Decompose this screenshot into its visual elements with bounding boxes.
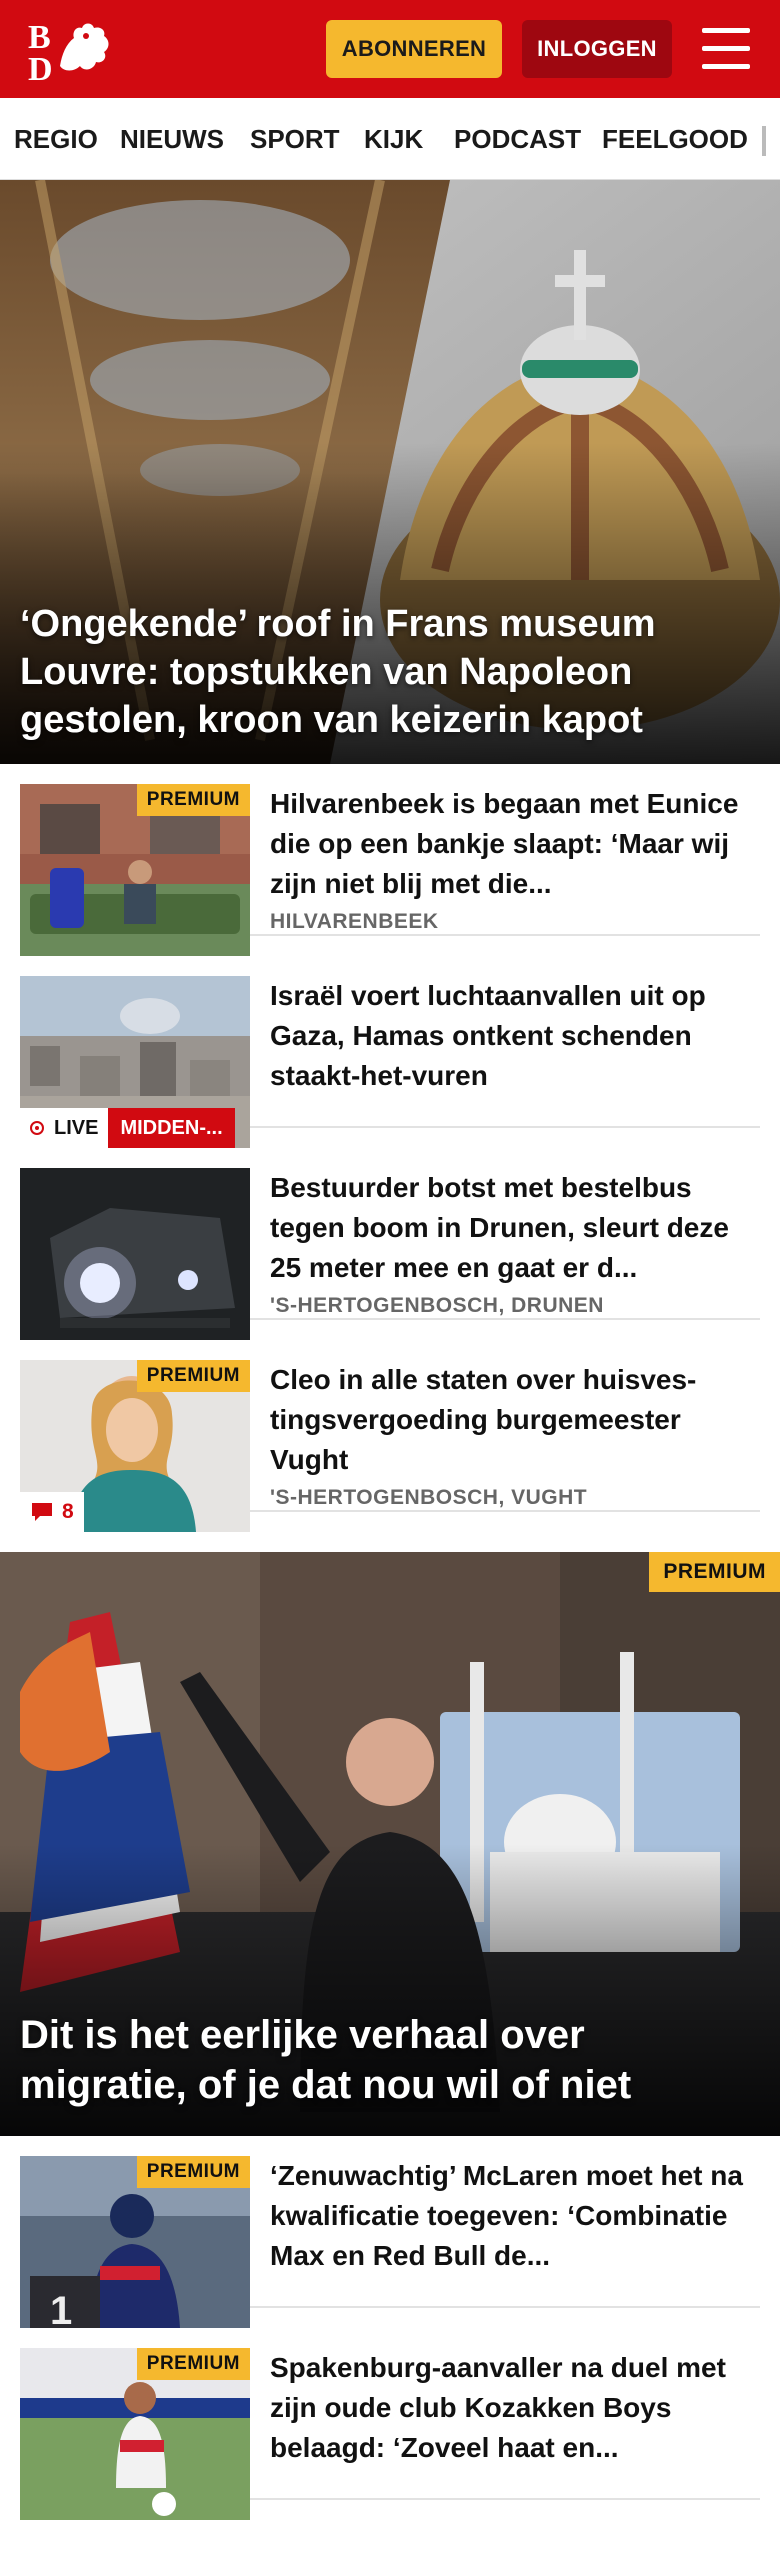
article-thumbnail: 1 PREMIUM [20, 2156, 250, 2328]
subscribe-button[interactable]: ABONNEREN [326, 20, 502, 78]
hero-title[interactable]: ‘Ongekende’ roof in Frans museum Louvre:… [20, 600, 760, 744]
bd-logo[interactable]: B D [22, 14, 118, 88]
feature-article[interactable]: PREMIUM Dit is het eerlijke verhaal over… [0, 1552, 780, 2136]
svg-text:1: 1 [50, 2289, 72, 2328]
comment-count[interactable]: 8 [20, 1492, 84, 1532]
premium-badge: PREMIUM [136, 2156, 250, 2188]
live-dot-icon [30, 1121, 44, 1135]
premium-badge: PREMIUM [649, 1552, 780, 1592]
nav-item-podcast[interactable]: PODCAST [454, 124, 581, 155]
article-item[interactable]: PREMIUM 8 Cleo in alle staten over huisv… [20, 1340, 760, 1532]
hamburger-menu-icon[interactable] [700, 26, 752, 72]
nav-item-kijk[interactable]: KIJK [364, 124, 423, 155]
article-item[interactable]: PREMIUM Spakenburg-aanvaller na duel met… [20, 2328, 760, 2520]
article-item[interactable]: 1 PREMIUM ‘Zenuwachtig’ McLaren moet het… [20, 2136, 760, 2328]
article-title[interactable]: ‘Zenuwachtig’ McLaren moet het na kwalif… [270, 2156, 760, 2276]
article-thumbnail [20, 1168, 250, 1340]
comment-count-value: 8 [62, 1500, 74, 1523]
article-thumbnail: LIVE MIDDEN-... [20, 976, 250, 1148]
top-bar: B D ABONNEREN INLOGGEN [0, 0, 780, 98]
article-title[interactable]: Spakenburg-aanvaller na duel met zijn ou… [270, 2348, 760, 2468]
nav-item-sport[interactable]: SPORT [250, 124, 340, 155]
article-region: 'S-HERTOGENBOSCH, VUGHT [270, 1486, 588, 1509]
hero-article[interactable]: ‘Ongekende’ roof in Frans museum Louvre:… [0, 180, 780, 764]
comment-icon [32, 1503, 52, 1521]
feature-title[interactable]: Dit is het eerlijke verhaal over migrati… [20, 2010, 760, 2110]
article-item[interactable]: LIVE MIDDEN-... Israël voert luchtaanval… [20, 956, 760, 1148]
live-category: MIDDEN-... [108, 1108, 235, 1148]
live-label: LIVE [54, 1116, 99, 1139]
article-title[interactable]: Hilvarenbeek is begaan met Eunice die op… [270, 784, 760, 904]
premium-badge: PREMIUM [136, 2348, 250, 2380]
article-thumbnail: PREMIUM [20, 784, 250, 956]
article-region: 'S-HERTOGENBOSCH, DRUNEN [270, 1294, 604, 1317]
article-title[interactable]: Cleo in alle staten over huisves­tingsve… [270, 1360, 760, 1480]
nav-overflow-indicator [762, 126, 766, 156]
article-title[interactable]: Bestuurder botst met bestelbus tegen boo… [270, 1168, 760, 1288]
nav-item-feelgood[interactable]: FEELGOOD [602, 124, 748, 155]
nav-item-regio[interactable]: REGIO [14, 124, 98, 155]
nav-item-nieuws[interactable]: NIEUWS [120, 124, 224, 155]
article-thumbnail: PREMIUM 8 [20, 1360, 250, 1532]
premium-badge: PREMIUM [136, 1360, 250, 1392]
section-nav: REGIO NIEUWS SPORT KIJK PODCAST FEELGOOD [0, 98, 780, 180]
article-item[interactable]: PREMIUM Hilvarenbeek is begaan met Eunic… [20, 764, 760, 956]
login-button[interactable]: INLOGGEN [522, 20, 672, 78]
svg-text:D: D [28, 51, 53, 84]
article-thumbnail: PREMIUM [20, 2348, 250, 2520]
premium-badge: PREMIUM [136, 784, 250, 816]
article-title[interactable]: Israël voert luchtaanvallen uit op Gaza,… [270, 976, 760, 1096]
article-region: HILVARENBEEK [270, 910, 439, 933]
article-item[interactable]: Bestuurder botst met bestelbus tegen boo… [20, 1148, 760, 1340]
live-indicator: LIVE MIDDEN-... [20, 1108, 235, 1148]
